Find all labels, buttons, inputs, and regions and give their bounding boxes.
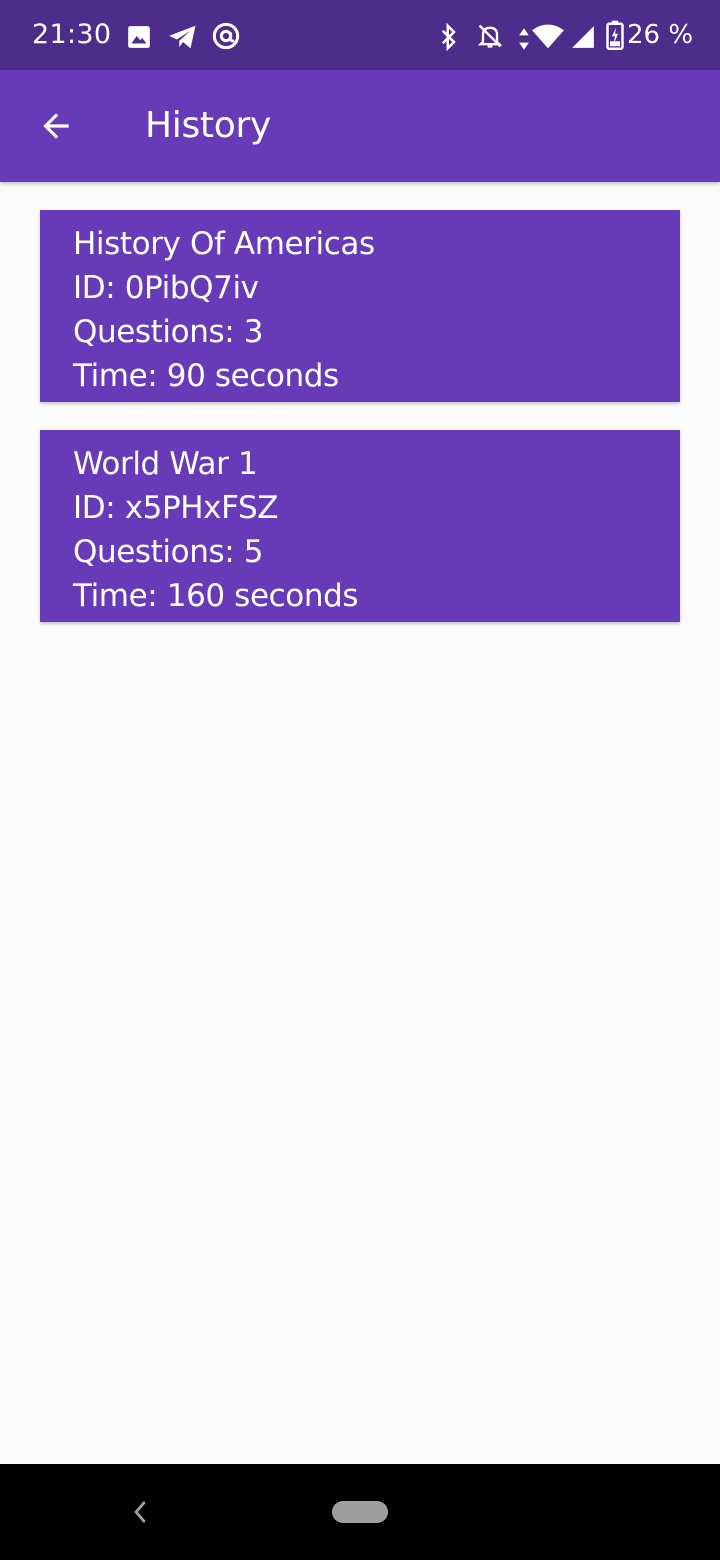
at-sign-icon <box>212 22 240 50</box>
cell-signal-icon <box>572 26 594 48</box>
bluetooth-icon <box>441 22 456 52</box>
quiz-questions: Questions: 3 <box>73 314 264 350</box>
app-bar: History <box>0 70 720 182</box>
quiz-title: World War 1 <box>73 446 258 482</box>
status-time: 21:30 <box>32 19 112 50</box>
wifi-icon: 4 <box>532 24 564 50</box>
nav-back-button[interactable] <box>120 1492 160 1532</box>
navigation-bar <box>0 1464 720 1560</box>
quiz-id: ID: 0PibQ7iv <box>73 270 259 306</box>
home-pill-icon[interactable] <box>332 1501 388 1523</box>
status-bar: 21:30 4 26 % <box>0 0 720 70</box>
quiz-title: History Of Americas <box>73 226 375 262</box>
nav-back-chevron-icon <box>134 1501 146 1523</box>
quiz-time: Time: 160 seconds <box>73 578 359 614</box>
quiz-card[interactable]: World War 1 ID: x5PHxFSZ Questions: 5 Ti… <box>40 430 680 622</box>
battery-percentage: 26 % <box>627 20 694 50</box>
notifications-off-icon <box>477 24 503 48</box>
battery-charging-icon <box>606 20 624 50</box>
telegram-icon <box>169 25 196 49</box>
data-arrows-icon <box>519 28 529 50</box>
quiz-questions: Questions: 5 <box>73 534 264 570</box>
back-button[interactable] <box>28 98 84 154</box>
svg-text:4: 4 <box>553 39 559 50</box>
page-title: History <box>145 105 271 146</box>
quiz-card[interactable]: History Of Americas ID: 0PibQ7iv Questio… <box>40 210 680 402</box>
image-icon <box>128 26 150 48</box>
quiz-time: Time: 90 seconds <box>73 358 339 394</box>
quiz-id: ID: x5PHxFSZ <box>73 490 279 526</box>
arrow-back-icon <box>43 113 69 139</box>
